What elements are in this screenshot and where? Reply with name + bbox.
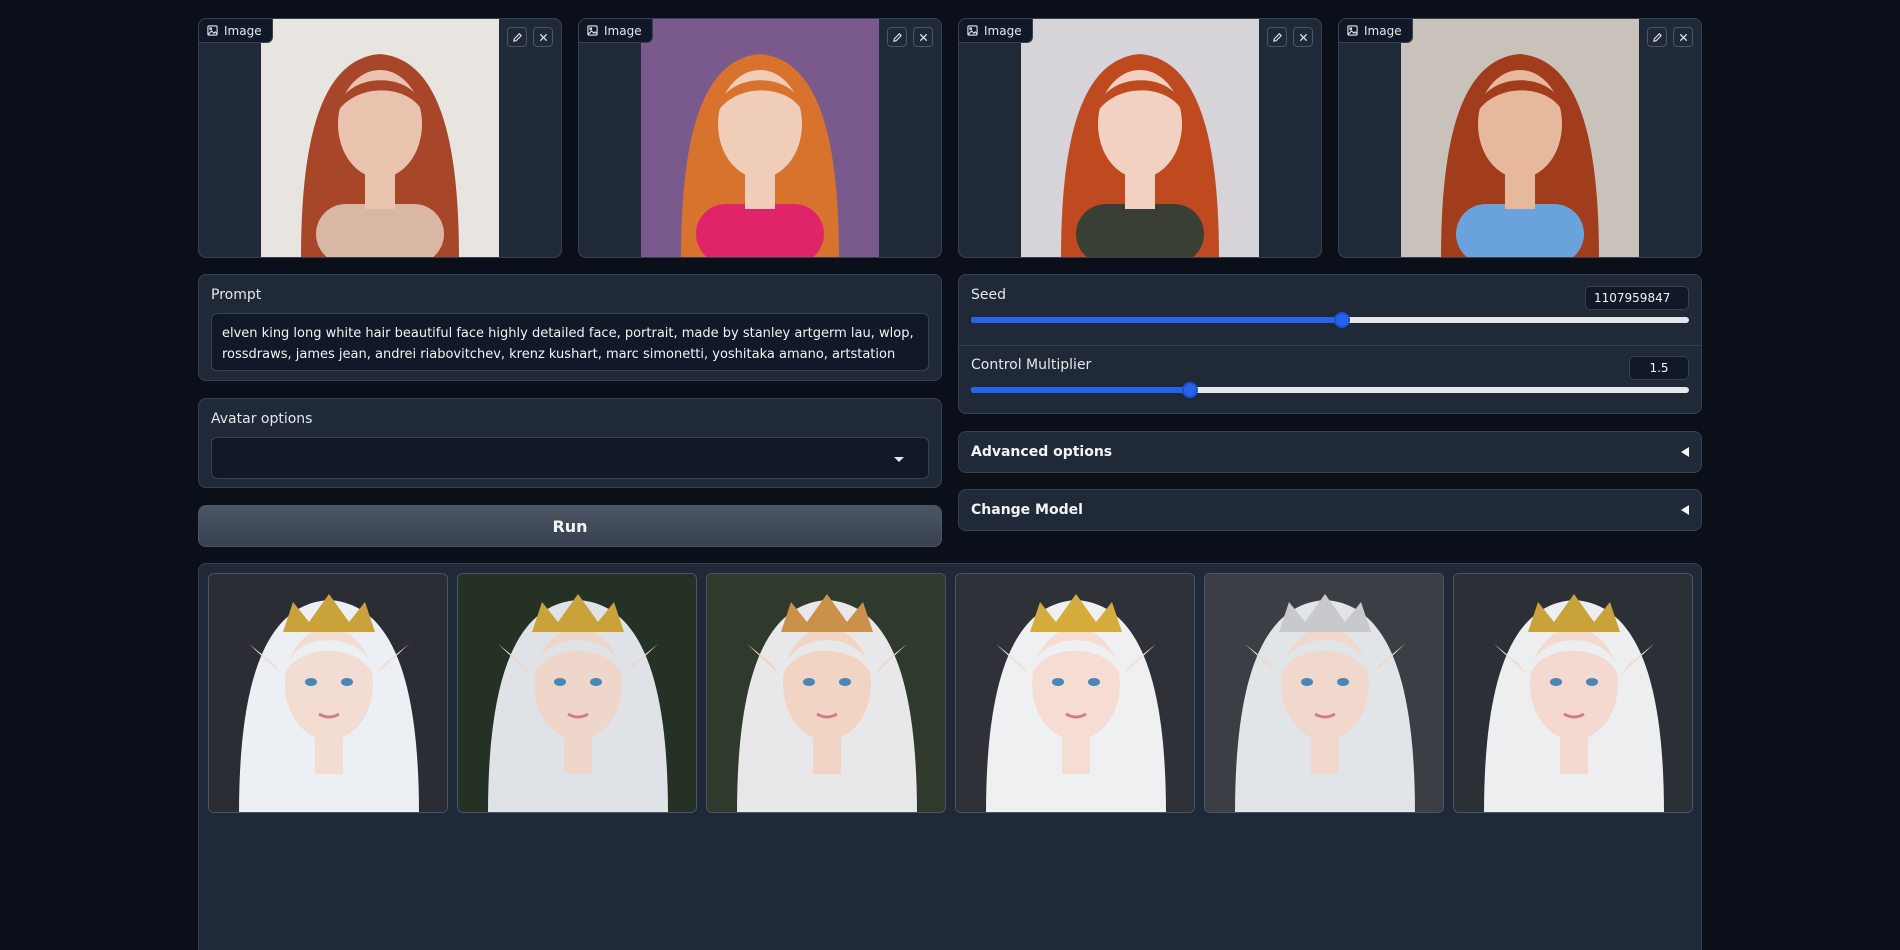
- gallery-thumbnail-4[interactable]: [955, 573, 1195, 813]
- clear-button[interactable]: [533, 27, 553, 47]
- close-icon: [1299, 33, 1307, 41]
- collapse-arrow-icon: [1681, 447, 1689, 457]
- seed-slider-thumb[interactable]: [1334, 312, 1351, 328]
- change-model-label: Change Model: [971, 502, 1083, 518]
- control-slider-thumb[interactable]: [1181, 382, 1198, 398]
- seed-slider-fill: [971, 317, 1343, 323]
- prompt-panel: Prompt elven king long white hair beauti…: [198, 274, 942, 381]
- image-label: Image: [1339, 19, 1413, 43]
- clear-button[interactable]: [1673, 27, 1693, 47]
- output-gallery: [198, 563, 1702, 950]
- uploaded-photo: [261, 19, 499, 257]
- pencil-icon: [1652, 32, 1662, 42]
- advanced-options-label: Advanced options: [971, 444, 1113, 460]
- gallery-thumbnail-2[interactable]: [457, 573, 697, 813]
- control-slider-fill: [971, 387, 1190, 393]
- image-tools: [887, 27, 933, 47]
- gallery-thumbnail-5[interactable]: [1204, 573, 1444, 813]
- prompt-label: Prompt: [211, 287, 262, 303]
- image-label: Image: [959, 19, 1033, 43]
- avatar-options-panel: Avatar options: [198, 398, 942, 488]
- image-upload-4[interactable]: Image: [1338, 18, 1702, 258]
- control-multiplier-slider[interactable]: [971, 382, 1689, 398]
- clear-button[interactable]: [1293, 27, 1313, 47]
- divider: [959, 345, 1701, 346]
- edit-button[interactable]: [507, 27, 527, 47]
- advanced-options-accordion[interactable]: Advanced options: [958, 431, 1702, 473]
- image-upload-2[interactable]: Image: [578, 18, 942, 258]
- pencil-icon: [512, 32, 522, 42]
- image-label: Image: [579, 19, 653, 43]
- gallery-thumbnail-6[interactable]: [1453, 573, 1693, 813]
- prompt-input[interactable]: elven king long white hair beautiful fac…: [211, 313, 929, 371]
- edit-button[interactable]: [887, 27, 907, 47]
- close-icon: [539, 33, 547, 41]
- image-tools: [507, 27, 553, 47]
- gallery-thumbnail-1[interactable]: [208, 573, 448, 813]
- pencil-icon: [892, 32, 902, 42]
- control-multiplier-label: Control Multiplier: [971, 357, 1092, 373]
- close-icon: [1679, 33, 1687, 41]
- change-model-accordion[interactable]: Change Model: [958, 489, 1702, 531]
- uploaded-photo: [641, 19, 879, 257]
- image-label: Image: [199, 19, 273, 43]
- avatar-options-label: Avatar options: [211, 411, 313, 427]
- image-tools: [1647, 27, 1693, 47]
- image-label-text: Image: [1364, 23, 1402, 38]
- control-multiplier-input[interactable]: 1.5: [1629, 356, 1689, 380]
- seed-label: Seed: [971, 287, 1006, 303]
- run-button[interactable]: Run: [198, 505, 942, 547]
- collapse-arrow-icon: [1681, 505, 1689, 515]
- gallery-thumbnail-3[interactable]: [706, 573, 946, 813]
- seed-slider[interactable]: [971, 312, 1689, 328]
- chevron-down-icon: [894, 457, 904, 462]
- close-icon: [919, 33, 927, 41]
- edit-button[interactable]: [1647, 27, 1667, 47]
- image-icon: [587, 25, 598, 36]
- pencil-icon: [1272, 32, 1282, 42]
- app-page: Image Image Image Image Prompt elven kin…: [0, 0, 1900, 950]
- image-label-text: Image: [984, 23, 1022, 38]
- avatar-options-dropdown[interactable]: [211, 437, 929, 479]
- image-label-text: Image: [604, 23, 642, 38]
- sliders-panel: Seed 1107959847 Control Multiplier 1.5: [958, 274, 1702, 414]
- seed-number-input[interactable]: 1107959847: [1585, 286, 1689, 310]
- edit-button[interactable]: [1267, 27, 1287, 47]
- image-tools: [1267, 27, 1313, 47]
- image-upload-3[interactable]: Image: [958, 18, 1322, 258]
- image-icon: [1347, 25, 1358, 36]
- image-icon: [207, 25, 218, 36]
- image-upload-1[interactable]: Image: [198, 18, 562, 258]
- clear-button[interactable]: [913, 27, 933, 47]
- image-icon: [967, 25, 978, 36]
- uploaded-photo: [1401, 19, 1639, 257]
- image-label-text: Image: [224, 23, 262, 38]
- uploaded-photo: [1021, 19, 1259, 257]
